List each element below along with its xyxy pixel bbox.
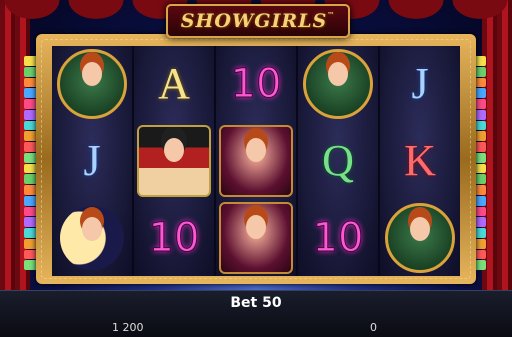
reel-3: 10 bbox=[216, 46, 296, 276]
reel-cell bbox=[380, 201, 460, 276]
symbol-10: 10 bbox=[148, 215, 200, 262]
game-title: SHOWGIRLS™ bbox=[180, 10, 336, 32]
reel-cell: Q bbox=[298, 123, 378, 198]
reel-cell: J bbox=[52, 123, 132, 198]
reel-4: Q 10 bbox=[298, 46, 378, 276]
redhead-icon bbox=[385, 203, 455, 274]
reel-cell: 10 bbox=[216, 46, 296, 121]
symbol-K: K bbox=[404, 135, 436, 185]
reel-cell: J bbox=[380, 46, 460, 121]
redhead-icon bbox=[57, 48, 127, 119]
brunette-icon bbox=[219, 124, 293, 197]
symbol-10: 10 bbox=[312, 215, 364, 262]
bottom-bar: Bet 50 1 200 0 bbox=[0, 290, 512, 337]
reel-cell bbox=[298, 46, 378, 121]
reel-grid: J A 10 10 Q 10 J K bbox=[52, 46, 460, 276]
reel-cell: 10 bbox=[134, 201, 214, 276]
bet-display[interactable]: Bet 50 bbox=[0, 295, 512, 311]
reel-cell bbox=[52, 201, 132, 276]
reel-1: J bbox=[52, 46, 132, 276]
reel-cell: K bbox=[380, 123, 460, 198]
hat-girl-icon bbox=[137, 124, 211, 197]
symbol-10: 10 bbox=[230, 60, 282, 107]
redhead-icon bbox=[303, 48, 373, 119]
reel-cell bbox=[134, 123, 214, 198]
win-value: 0 bbox=[370, 321, 377, 334]
reel-2: A 10 bbox=[134, 46, 214, 276]
game-title-plaque: SHOWGIRLS™ bbox=[166, 4, 350, 38]
moon-girl-icon bbox=[60, 206, 124, 271]
reel-cell: A bbox=[134, 46, 214, 121]
reel-cell bbox=[216, 123, 296, 198]
reel-cell: 10 bbox=[298, 201, 378, 276]
symbol-Q: Q bbox=[322, 135, 354, 185]
game-stage: J A 10 10 Q 10 J K SHOWGIRLS™ bbox=[0, 0, 512, 290]
credit-value: 1 200 bbox=[112, 321, 144, 334]
brunette-icon bbox=[219, 202, 293, 275]
symbol-A: A bbox=[158, 58, 190, 108]
reel-cell bbox=[52, 46, 132, 121]
symbol-J: J bbox=[83, 135, 101, 185]
reel-cell bbox=[216, 201, 296, 276]
reel-5: JK bbox=[380, 46, 460, 276]
right-curtain bbox=[482, 0, 512, 290]
symbol-J: J bbox=[411, 58, 429, 108]
